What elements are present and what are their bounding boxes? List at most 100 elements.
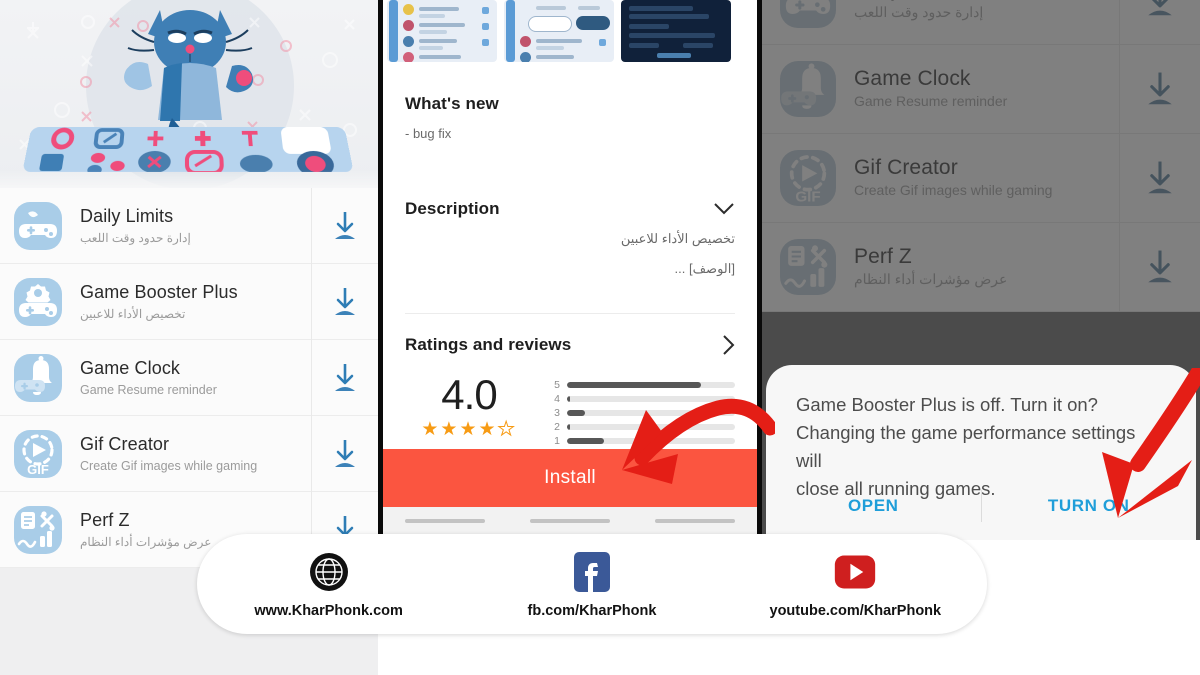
promo-banner — [0, 0, 378, 188]
ratings-title: Ratings and reviews — [405, 335, 572, 354]
screenshot-thumb[interactable] — [621, 0, 731, 62]
rating-bar-row: 3 — [549, 406, 735, 420]
description-section: Description تخصيص الأداء للاعبين [الوصف]… — [383, 141, 757, 277]
brand-item-youtube[interactable]: youtube.com/KharPhonk — [735, 550, 975, 619]
perf-chart-icon — [14, 505, 62, 554]
ratings-section[interactable]: Ratings and reviews — [383, 314, 757, 356]
rating-bar-row: 2 — [549, 420, 735, 434]
dialog-actions: OPEN TURN ON — [766, 486, 1196, 526]
chevron-right-icon[interactable] — [721, 334, 735, 356]
gamepad-gear-icon — [14, 277, 62, 326]
bell-gamepad-icon — [14, 353, 62, 402]
app-item-text: Gif Creator Create Gif images while gamin… — [62, 433, 311, 475]
app-item-text: Game Clock Game Resume reminder — [62, 357, 311, 399]
rating-bar-track — [567, 382, 735, 388]
screenshot-carousel[interactable] — [383, 0, 757, 66]
rating-bar-label: 5 — [554, 379, 560, 391]
screenshot-thumb[interactable] — [387, 0, 497, 62]
rating-stars: ★★★★★ — [405, 419, 533, 440]
app-detail-body: What's new - bug fix Description تخصيص ا… — [383, 66, 757, 534]
brand-footer-bar: www.KharPhonk.com fb.com/KharPhonk youtu… — [197, 534, 987, 634]
whats-new-title: What's new — [405, 94, 499, 113]
app-item-name: Gif Creator — [80, 433, 170, 454]
rating-summary: 4.0 ★★★★★ 5 4 3 2 1 — [383, 372, 757, 448]
svg-text:GIF: GIF — [27, 462, 49, 477]
rating-score: 4.0 — [441, 371, 497, 418]
star-icon: ★ — [440, 419, 460, 440]
rating-bar-fill — [567, 424, 571, 430]
rating-bar-track — [567, 396, 735, 402]
screenshot-stage: Daily Limits إدارة حدود وقت اللعب Game Boo… — [0, 0, 1200, 675]
rating-bar-fill — [567, 438, 604, 444]
app-item-text: Daily Limits إدارة حدود وقت اللعب — [62, 205, 311, 247]
rating-bar-label: 4 — [554, 393, 560, 405]
banner-bottom-fade — [0, 170, 378, 188]
turn-on-dialog: Game Booster Plus is off. Turn it on? Ch… — [766, 365, 1196, 540]
android-nav-bar[interactable] — [383, 507, 757, 534]
app-download-action[interactable] — [311, 263, 378, 340]
app-item-description: إدارة حدود وقت اللعب — [80, 230, 191, 245]
app-item-name: Perf Z — [80, 509, 130, 530]
rating-histogram: 5 4 3 2 1 — [533, 372, 735, 448]
download-icon[interactable] — [328, 285, 362, 319]
turn-on-button[interactable]: TURN ON — [982, 496, 1197, 516]
download-icon[interactable] — [328, 361, 362, 395]
app-list-item[interactable]: Game Clock Game Resume reminder — [0, 339, 378, 416]
rating-bar-row: 1 — [549, 434, 735, 448]
rating-bar-track — [567, 438, 735, 444]
brand-label-facebook: fb.com/KharPhonk — [527, 602, 657, 619]
dialog-message-line-1: Game Booster Plus is off. Turn it on? — [796, 394, 1098, 415]
app-list-item[interactable]: Daily Limits إدارة حدود وقت اللعب — [0, 187, 378, 264]
star-icon: ★ — [421, 419, 441, 440]
app-item-description: تخصيص الأداء للاعبين — [80, 306, 186, 321]
rating-bar-track — [567, 410, 735, 416]
cat-illustration-icon — [124, 10, 253, 137]
install-button[interactable]: Install — [383, 449, 757, 507]
whats-new-body: - bug fix — [405, 126, 452, 141]
gif-play-icon: GIF — [14, 429, 62, 478]
nav-recents-pill[interactable] — [654, 518, 735, 523]
star-icon: ★ — [459, 419, 479, 440]
app-download-action[interactable] — [311, 339, 378, 416]
brand-label-website: www.KharPhonk.com — [254, 602, 403, 619]
app-item-name: Game Clock — [80, 357, 181, 378]
dialog-message-line-2: Changing the game performance settings w… — [796, 422, 1136, 471]
rating-bar-label: 1 — [554, 435, 560, 447]
install-button-label: Install — [544, 467, 596, 488]
download-icon[interactable] — [328, 437, 362, 471]
rating-bar-row: 5 — [549, 378, 735, 392]
brand-label-youtube: youtube.com/KharPhonk — [769, 602, 942, 619]
game-console-illustration — [22, 127, 354, 172]
open-button[interactable]: OPEN — [766, 496, 981, 516]
app-item-description: Game Resume reminder — [80, 382, 217, 397]
app-download-action[interactable] — [311, 415, 378, 492]
rating-bar-fill — [567, 382, 702, 388]
app-item-name: Daily Limits — [80, 205, 174, 226]
globe-icon — [307, 550, 351, 594]
star-icon: ★ — [497, 419, 517, 440]
app-list-item[interactable]: GIF Gif Creator Create Gif images while ga… — [0, 415, 378, 492]
app-list-item[interactable]: Game Booster Plus تخصيص الأداء للاعبين — [0, 263, 378, 340]
rating-bar-fill — [567, 396, 571, 402]
brand-item-facebook[interactable]: fb.com/KharPhonk — [472, 550, 712, 619]
console-buttons-icon — [38, 127, 337, 172]
description-title: Description — [405, 199, 500, 218]
rating-bar-row: 4 — [549, 392, 735, 406]
nav-home-pill[interactable] — [529, 518, 610, 523]
whats-new-section: What's new - bug fix — [383, 66, 757, 141]
app-item-text: Game Booster Plus تخصيص الأداء للاعبين — [62, 281, 311, 323]
chevron-down-icon[interactable] — [713, 202, 735, 216]
app-item-name: Game Booster Plus — [80, 281, 238, 302]
download-icon[interactable] — [328, 209, 362, 243]
rating-bar-label: 2 — [554, 421, 560, 433]
youtube-icon — [833, 550, 877, 594]
nav-back-pill[interactable] — [405, 518, 486, 523]
screenshot-thumb[interactable] — [504, 0, 614, 62]
description-line-1: تخصيص الأداء للاعبين — [620, 231, 735, 246]
app-download-action[interactable] — [311, 187, 378, 264]
facebook-icon — [570, 550, 614, 594]
brand-item-website[interactable]: www.KharPhonk.com — [209, 550, 449, 619]
description-line-2: [الوصف] ... — [674, 261, 735, 276]
rating-bar-label: 3 — [554, 407, 560, 419]
right-phone-panel: Daily Limitsإدارة حدود وقت اللعبGame Clo… — [762, 0, 1200, 540]
